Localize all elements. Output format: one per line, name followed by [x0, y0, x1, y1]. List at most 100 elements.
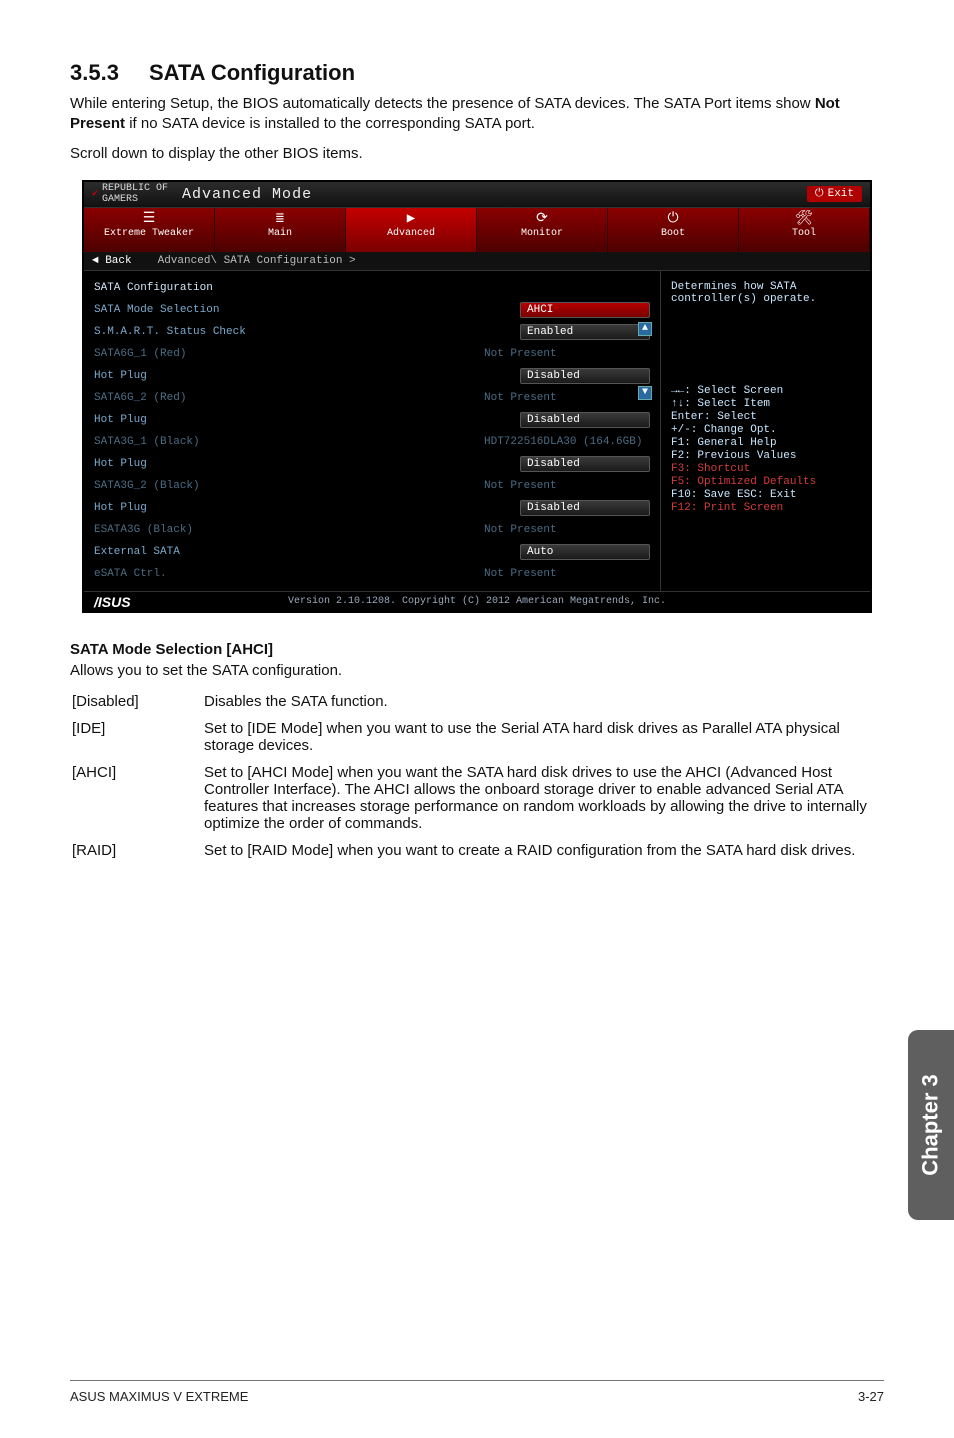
- row-label: SATA6G_1 (Red): [94, 348, 480, 360]
- bios-row[interactable]: Hot PlugDisabled: [94, 497, 650, 519]
- help-line: F3: Shortcut: [671, 463, 860, 475]
- row-value: Not Present: [480, 480, 650, 492]
- row-label: Hot Plug: [94, 370, 520, 382]
- section-heading: 3.5.3SATA Configuration: [70, 60, 884, 86]
- bios-tab-extreme-tweaker[interactable]: ☰Extreme Tweaker: [84, 208, 215, 252]
- row-label: SATA Mode Selection: [94, 304, 520, 316]
- bios-row[interactable]: S.M.A.R.T. Status CheckEnabled: [94, 321, 650, 343]
- option-row: [Disabled]Disables the SATA function.: [72, 689, 882, 714]
- scroll-arrows: ▲ ▼: [638, 322, 652, 400]
- row-label: S.M.A.R.T. Status Check: [94, 326, 520, 338]
- exit-label: Exit: [828, 188, 854, 200]
- bios-row[interactable]: External SATAAuto: [94, 541, 650, 563]
- row-value[interactable]: Disabled: [520, 368, 650, 384]
- rog-check-icon: ✔: [92, 188, 98, 200]
- footer-left: ASUS MAXIMUS V EXTREME: [70, 1389, 248, 1404]
- bios-row: SATA6G_2 (Red)Not Present: [94, 387, 650, 409]
- tab-icon: ⏻: [608, 212, 738, 226]
- bios-tab-monitor[interactable]: ⟳Monitor: [477, 208, 608, 252]
- row-label: SATA3G_1 (Black): [94, 436, 480, 448]
- mode-desc: Allows you to set the SATA configuration…: [70, 662, 884, 679]
- option-text: Set to [IDE Mode] when you want to use t…: [204, 716, 882, 758]
- row-value[interactable]: Disabled: [520, 412, 650, 428]
- bios-tab-tool[interactable]: 🛠Tool: [739, 208, 870, 252]
- option-key: [AHCI]: [72, 760, 202, 836]
- bios-tab-main[interactable]: ≣ Main: [215, 208, 346, 252]
- bios-tab-advanced[interactable]: ▶ Advanced: [346, 208, 477, 252]
- bios-right-panel: Determines how SATA controller(s) operat…: [660, 271, 870, 591]
- bios-footer: /ISUS Version 2.10.1208. Copyright (C) 2…: [84, 591, 870, 611]
- bios-row[interactable]: SATA Mode SelectionAHCI: [94, 299, 650, 321]
- option-key: [IDE]: [72, 716, 202, 758]
- power-icon: ⏻: [815, 188, 824, 200]
- row-label: SATA6G_2 (Red): [94, 392, 480, 404]
- row-label: Hot Plug: [94, 458, 520, 470]
- row-value[interactable]: Auto: [520, 544, 650, 560]
- row-label: SATA Configuration: [94, 282, 650, 294]
- row-value: Not Present: [480, 392, 650, 404]
- row-value[interactable]: Disabled: [520, 500, 650, 516]
- help-line: →←: Select Screen: [671, 385, 860, 397]
- help-line: Enter: Select: [671, 411, 860, 423]
- bios-row: SATA Configuration: [94, 277, 650, 299]
- scroll-up-icon[interactable]: ▲: [638, 322, 652, 336]
- option-row: [IDE]Set to [IDE Mode] when you want to …: [72, 716, 882, 758]
- option-table: [Disabled]Disables the SATA function.[ID…: [70, 687, 884, 865]
- tab-label: Main: [215, 228, 345, 239]
- bios-tabs: ☰Extreme Tweaker≣ Main▶ Advanced⟳Monitor⏻ B…: [84, 208, 870, 252]
- intro-paragraph: While entering Setup, the BIOS automatic…: [70, 94, 884, 135]
- tab-icon: ≣: [215, 212, 345, 226]
- bios-left-panel: SATA Configuration SATA Mode SelectionAHC…: [84, 271, 660, 591]
- bios-screenshot: ✔ REPUBLIC OF GAMERS Advanced Mode ⏻ Exi…: [82, 180, 872, 613]
- bios-row[interactable]: Hot PlugDisabled: [94, 453, 650, 475]
- back-label: Back: [105, 255, 131, 267]
- bios-mode-label: Advanced Mode: [182, 186, 312, 203]
- bios-row: SATA3G_2 (Black)Not Present: [94, 475, 650, 497]
- tab-icon: ⟳: [477, 212, 607, 226]
- chapter-tab: Chapter 3: [908, 1030, 954, 1220]
- section-title: SATA Configuration: [149, 60, 355, 85]
- tab-label: Boot: [608, 228, 738, 239]
- scroll-note: Scroll down to display the other BIOS it…: [70, 145, 884, 162]
- row-value: Not Present: [480, 348, 650, 360]
- option-key: [Disabled]: [72, 689, 202, 714]
- row-label: Hot Plug: [94, 414, 520, 426]
- row-value[interactable]: AHCI: [520, 302, 650, 318]
- row-value: HDT722516DLA30 (164.6GB): [480, 436, 650, 448]
- option-key: [RAID]: [72, 838, 202, 863]
- row-value[interactable]: Disabled: [520, 456, 650, 472]
- help-line: ↑↓: Select Item: [671, 398, 860, 410]
- bios-version-text: Version 2.10.1208. Copyright (C) 2012 Am…: [288, 596, 666, 607]
- bios-breadcrumb: ◄ Back Advanced\ SATA Configuration >: [84, 252, 870, 271]
- bios-row[interactable]: Hot PlugDisabled: [94, 365, 650, 387]
- asus-brand: /ISUS: [94, 594, 131, 610]
- row-label: SATA3G_2 (Black): [94, 480, 480, 492]
- tab-icon: 🛠: [739, 212, 869, 226]
- back-button[interactable]: ◄ Back: [92, 255, 132, 267]
- rog-logo: ✔ REPUBLIC OF GAMERS: [92, 183, 168, 205]
- option-text: Set to [RAID Mode] when you want to crea…: [204, 838, 882, 863]
- bios-row: SATA6G_1 (Red)Not Present: [94, 343, 650, 365]
- bios-tab-boot[interactable]: ⏻ Boot: [608, 208, 739, 252]
- breadcrumb-path: Advanced\ SATA Configuration >: [158, 255, 356, 267]
- footer-right: 3-27: [858, 1389, 884, 1404]
- row-label: Hot Plug: [94, 502, 520, 514]
- bios-row[interactable]: Hot PlugDisabled: [94, 409, 650, 431]
- row-value: Not Present: [480, 568, 650, 580]
- row-value[interactable]: Enabled: [520, 324, 650, 340]
- help-line: F2: Previous Values: [671, 450, 860, 462]
- scroll-down-icon[interactable]: ▼: [638, 386, 652, 400]
- help-line: +/-: Change Opt.: [671, 424, 860, 436]
- logo-line2: GAMERS: [102, 194, 138, 205]
- page-footer: ASUS MAXIMUS V EXTREME 3-27: [70, 1380, 884, 1404]
- help-line: F12: Print Screen: [671, 502, 860, 514]
- tab-icon: ☰: [84, 212, 214, 226]
- bios-exit-button[interactable]: ⏻ Exit: [807, 186, 862, 202]
- help-line: F1: General Help: [671, 437, 860, 449]
- bios-row: eSATA Ctrl.Not Present: [94, 563, 650, 585]
- option-row: [RAID]Set to [RAID Mode] when you want t…: [72, 838, 882, 863]
- tab-icon: ▶: [346, 212, 476, 226]
- bios-row: SATA3G_1 (Black)HDT722516DLA30 (164.6GB): [94, 431, 650, 453]
- option-row: [AHCI]Set to [AHCI Mode] when you want t…: [72, 760, 882, 836]
- tab-label: Advanced: [346, 228, 476, 239]
